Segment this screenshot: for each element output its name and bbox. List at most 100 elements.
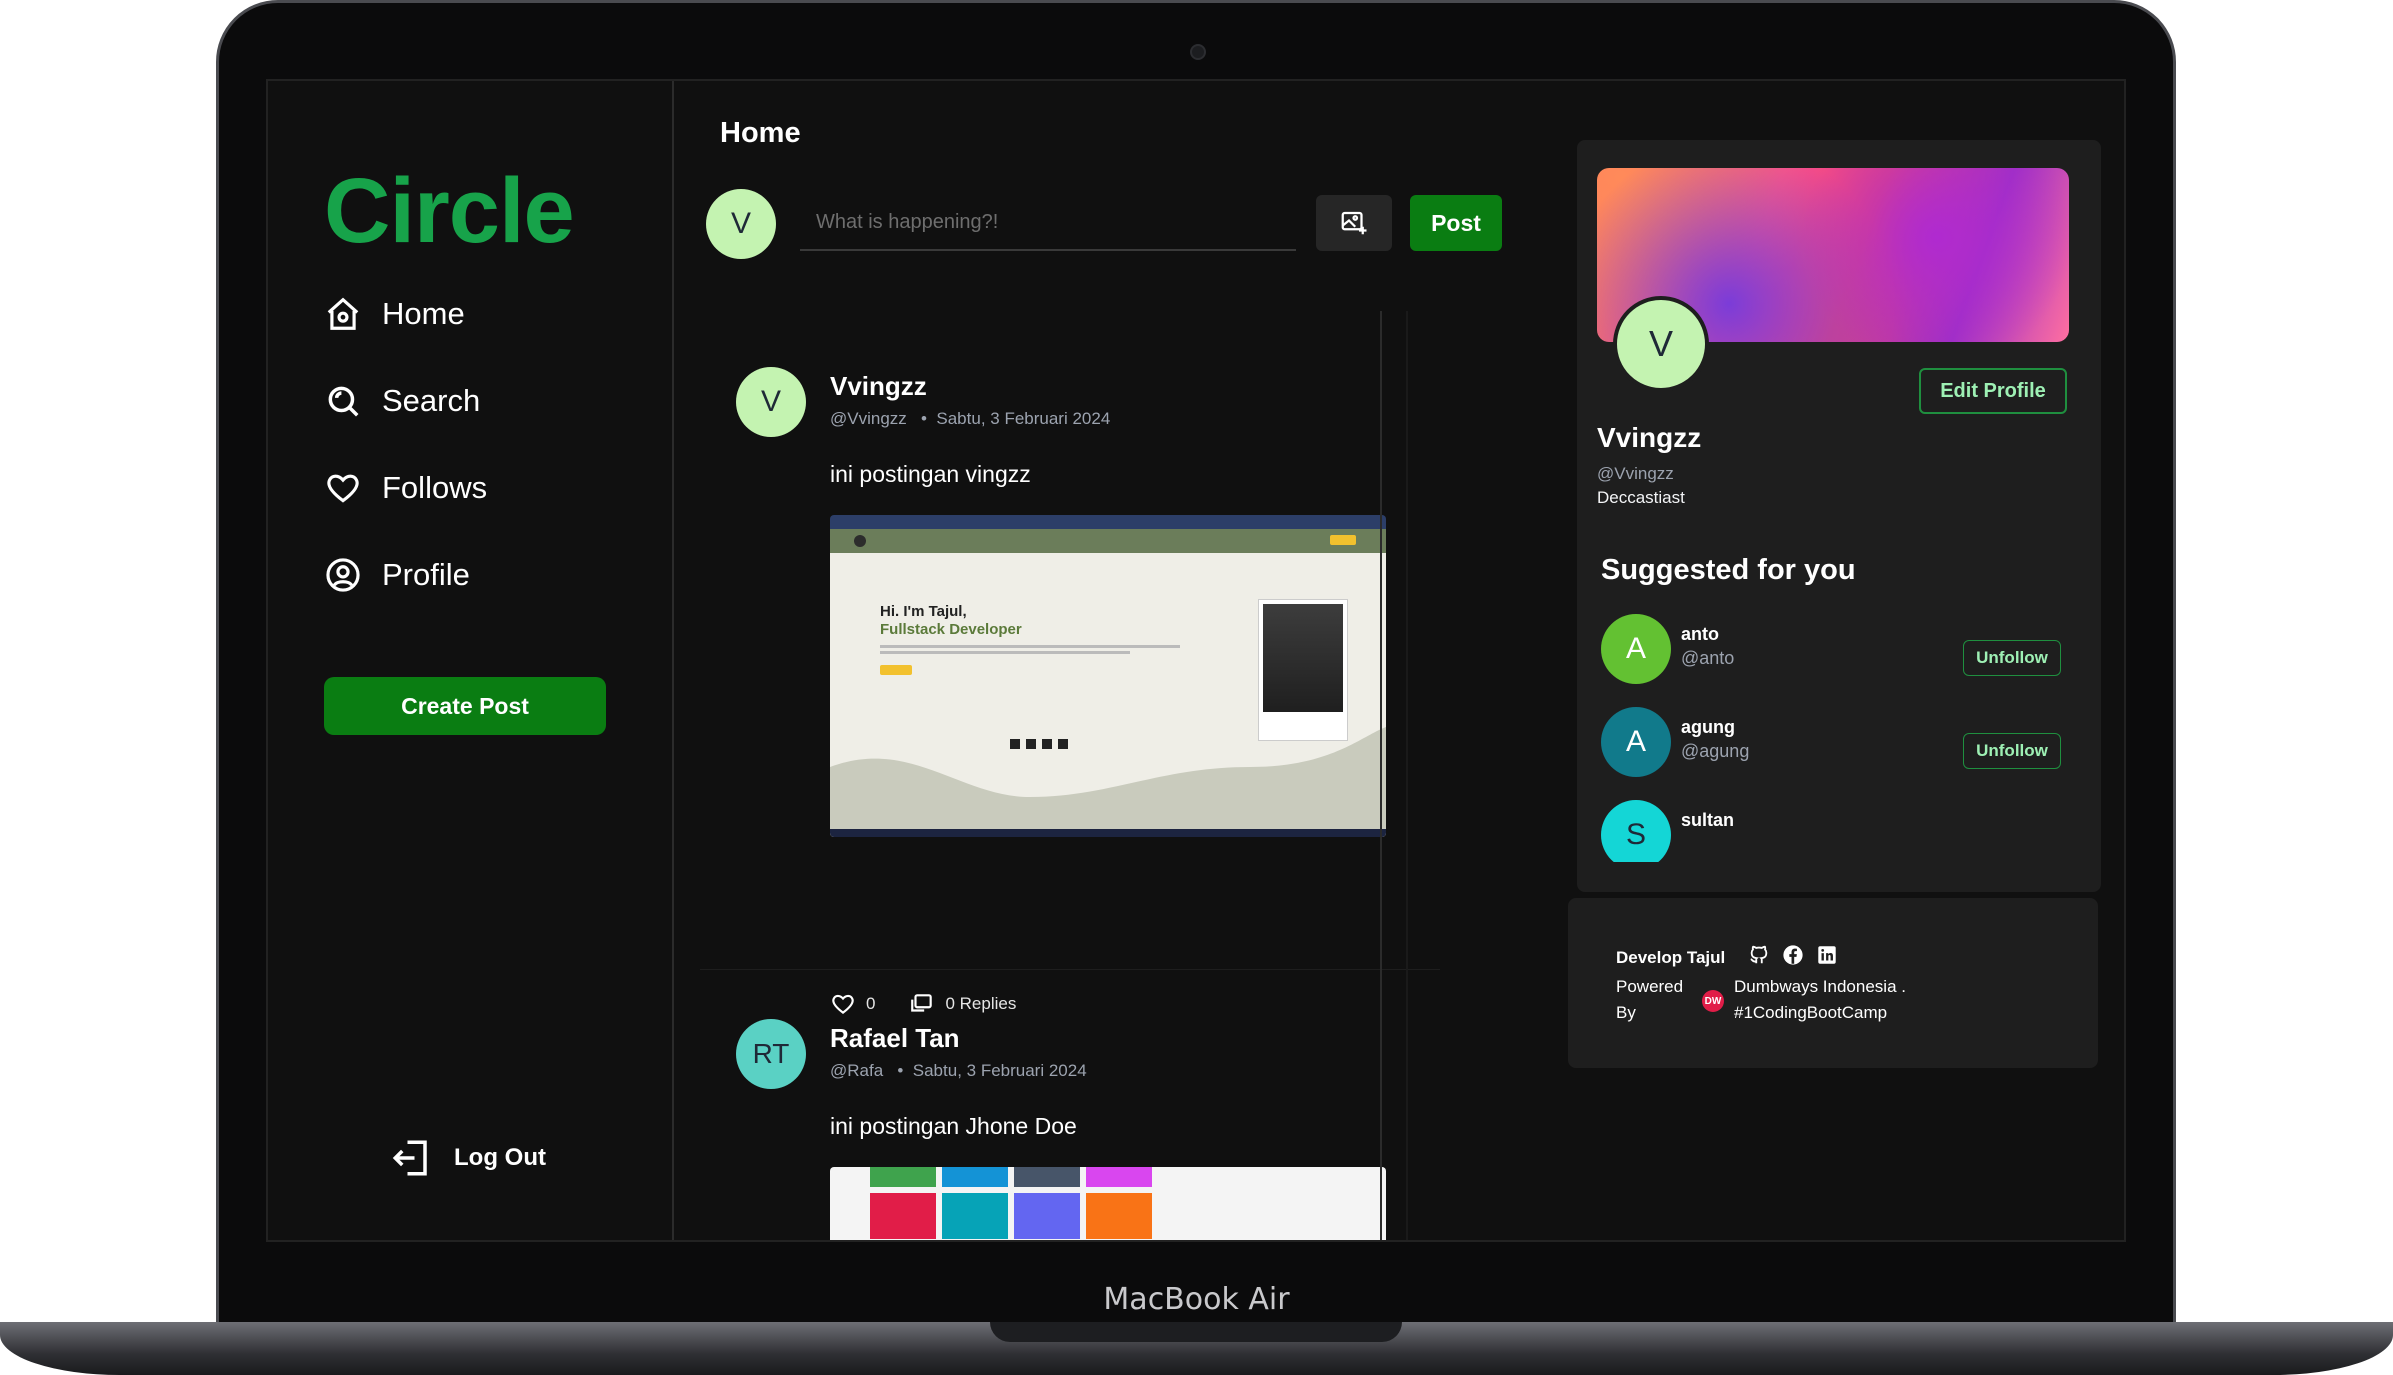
- post-text: ini postingan Jhone Doe: [830, 1113, 1077, 1139]
- post-actions: 0 0 Replies: [830, 991, 1016, 1017]
- site-hero: Hi. I'm Tajul, Fullstack Developer: [830, 553, 1386, 837]
- sidebar: Circle Home Search Follows Profile Creat…: [268, 81, 674, 1240]
- unfollow-button[interactable]: Unfollow: [1963, 640, 2061, 676]
- image-add-icon: [1341, 211, 1367, 235]
- replies-button[interactable]: 0 Replies: [909, 991, 1016, 1017]
- like-count: 0: [866, 994, 876, 1013]
- post-avatar[interactable]: V: [736, 367, 806, 437]
- feed-divider: [1406, 311, 1408, 1240]
- suggested-user[interactable]: A anto @anto Unfollow: [1601, 614, 2081, 694]
- site-navbar: [830, 529, 1386, 553]
- post-card: RT Rafael Tan @Rafa • Sabtu, 3 Februari …: [700, 1019, 1466, 1240]
- dumbways-logo: DW: [1702, 990, 1724, 1012]
- post-author-name[interactable]: Rafael Tan: [830, 1023, 960, 1054]
- feed-divider: [1380, 311, 1382, 1240]
- create-post-button[interactable]: Create Post: [324, 677, 606, 735]
- developer-credit: Develop Tajul: [1616, 948, 1726, 967]
- camera: [1190, 44, 1206, 60]
- like-button[interactable]: 0: [830, 991, 875, 1017]
- image-tile: [870, 1167, 936, 1187]
- hero-photo-card: [1258, 599, 1348, 741]
- image-tile: [1014, 1193, 1080, 1239]
- powered-by-label: Powered By: [1616, 974, 1683, 1026]
- nav-search-label: Search: [382, 383, 481, 418]
- site-logo: [854, 535, 866, 547]
- add-image-button[interactable]: [1316, 195, 1392, 251]
- github-icon[interactable]: [1748, 944, 1770, 966]
- logout-button[interactable]: Log Out: [390, 1137, 546, 1179]
- nav-follows[interactable]: Follows: [324, 469, 487, 507]
- post-date: Sabtu, 3 Februari 2024: [912, 1061, 1087, 1080]
- post-card: V Vvingzz @Vvingzz • Sabtu, 3 Februari 2…: [700, 367, 1466, 1015]
- nav-profile[interactable]: Profile: [324, 556, 470, 594]
- profile-name: Vvingzz: [1597, 422, 1702, 453]
- profile-card: V Edit Profile Vvingzz @Vvingzz Deccasti…: [1577, 140, 2101, 892]
- post-meta-separator: •: [887, 1061, 909, 1080]
- comment-icon: [911, 994, 933, 1012]
- hero-greeting: Hi. I'm Tajul,: [880, 603, 967, 620]
- linkedin-icon[interactable]: [1816, 944, 1838, 966]
- post-handle: @Rafa: [830, 1061, 884, 1080]
- post-author-name[interactable]: Vvingzz: [830, 371, 927, 402]
- nav-search[interactable]: Search: [324, 382, 480, 420]
- user-circle-icon: [326, 558, 360, 592]
- suggested-user[interactable]: S sultan: [1601, 800, 2081, 862]
- suggested-name: anto: [1681, 624, 1719, 644]
- post-button[interactable]: Post: [1410, 195, 1502, 251]
- image-tile: [942, 1193, 1008, 1239]
- device-label: MacBook Air: [1103, 1282, 1290, 1317]
- taskbar: [830, 829, 1386, 837]
- edit-profile-button[interactable]: Edit Profile: [1919, 368, 2067, 414]
- nav-follows-label: Follows: [382, 470, 488, 505]
- site-nav-button: [1330, 535, 1356, 545]
- hero-role: Fullstack Developer: [880, 621, 1022, 638]
- search-icon: [328, 386, 359, 417]
- post-meta: @Vvingzz • Sabtu, 3 Februari 2024: [830, 409, 1110, 429]
- profile-handle: @Vvingzz: [1597, 464, 1674, 483]
- company-credit[interactable]: Dumbways Indonesia . #1CodingBootCamp: [1734, 974, 1906, 1026]
- heart-icon: [832, 994, 854, 1015]
- heart-icon: [327, 474, 359, 503]
- image-tile: [1014, 1167, 1080, 1187]
- image-tile: [1086, 1167, 1152, 1187]
- facebook-icon[interactable]: [1782, 944, 1804, 966]
- unfollow-button[interactable]: Unfollow: [1963, 733, 2061, 769]
- app-logo[interactable]: Circle: [324, 159, 575, 264]
- post-avatar[interactable]: RT: [736, 1019, 806, 1089]
- suggested-name: sultan: [1681, 810, 1735, 830]
- powered-by-text: Powered By: [1616, 977, 1684, 1022]
- compose-input[interactable]: [800, 195, 1296, 251]
- post-divider: [700, 969, 1440, 970]
- post-date: Sabtu, 3 Februari 2024: [936, 409, 1111, 428]
- post-handle: @Vvingzz: [830, 409, 907, 428]
- logout-icon: [392, 1140, 427, 1176]
- image-tile: [1086, 1193, 1152, 1239]
- page-title: Home: [720, 117, 801, 149]
- suggested-handle: @anto: [1681, 648, 1735, 668]
- logout-label: Log Out: [454, 1144, 546, 1171]
- profile-avatar[interactable]: V: [1613, 296, 1709, 392]
- suggested-user[interactable]: A agung @agung Unfollow: [1601, 707, 2081, 787]
- suggested-handle: @agung: [1681, 741, 1750, 761]
- hero-text-line: [880, 645, 1180, 648]
- reply-count: 0 Replies: [945, 994, 1017, 1013]
- post-image[interactable]: Hi. I'm Tajul, Fullstack Developer: [830, 515, 1386, 837]
- hero-photo: [1263, 604, 1343, 712]
- nav-home-label: Home: [382, 296, 465, 331]
- suggested-avatar[interactable]: A: [1601, 707, 1671, 777]
- composer-avatar: V: [706, 189, 776, 259]
- footer-card: Develop Tajul Powered By DW Dumbways Ind…: [1568, 898, 2098, 1068]
- browser-bar: [830, 515, 1386, 529]
- suggested-avatar[interactable]: S: [1601, 800, 1671, 862]
- post-image[interactable]: [830, 1167, 1386, 1240]
- suggested-list[interactable]: A anto @anto Unfollow A agung @agung Unf…: [1601, 614, 2081, 862]
- suggested-title: Suggested for you: [1601, 554, 1856, 586]
- suggested-avatar[interactable]: A: [1601, 614, 1671, 684]
- laptop-hinge-notch: [990, 1322, 1402, 1342]
- post-meta-separator: •: [911, 409, 932, 428]
- hero-text-line: [880, 651, 1130, 654]
- image-tile: [942, 1167, 1008, 1187]
- nav-home[interactable]: Home: [324, 295, 465, 333]
- hero-wave: [830, 727, 1386, 837]
- hero-button: [880, 665, 912, 675]
